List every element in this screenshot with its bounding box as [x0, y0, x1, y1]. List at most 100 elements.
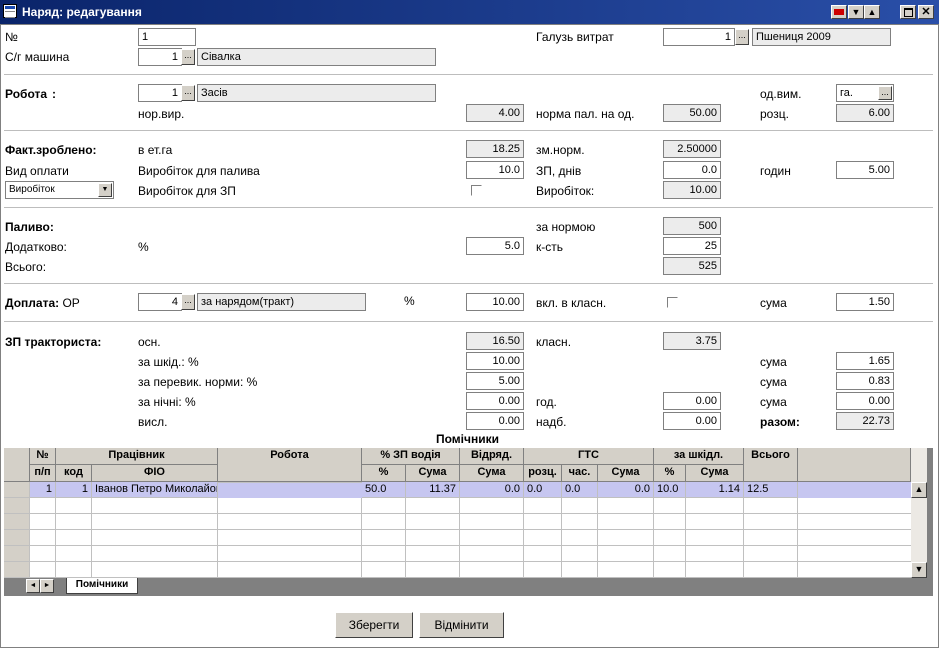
number-field[interactable]: 1 — [138, 28, 196, 46]
work-lookup-button[interactable]: ... — [181, 85, 195, 101]
surcharge-label: Доплата: — [5, 296, 60, 310]
total-fuel-field: 525 — [663, 257, 721, 275]
col-time-header[interactable]: час. — [562, 465, 598, 482]
col-harm-pct-header[interactable]: % — [654, 465, 686, 482]
close-icon[interactable]: ✕ — [918, 5, 934, 19]
table-row[interactable]: 1 1 Іванов Петро Миколайович 50.0 11.37 … — [4, 482, 911, 498]
salary-output-checkbox[interactable] — [471, 185, 482, 196]
vysl-label: висл. — [138, 415, 168, 429]
shift-norm-label: зм.норм. — [536, 143, 585, 157]
over-label: за перевик. норми: % — [138, 375, 258, 389]
by-norm-label: за нормою — [536, 220, 596, 234]
night-sum-label: сума — [760, 395, 787, 409]
base-field: 16.50 — [466, 332, 524, 350]
surcharge-lookup-button[interactable]: ... — [181, 294, 195, 310]
col-harm-sum-header[interactable]: Сума — [686, 465, 744, 482]
separator — [4, 207, 933, 208]
bonus-label: надб. — [536, 415, 567, 429]
col-gts-sum-header[interactable]: Сума — [598, 465, 654, 482]
save-button[interactable]: Зберегти — [335, 612, 413, 638]
col-rate-header[interactable]: розц. — [524, 465, 562, 482]
work-label: Робота — [5, 87, 48, 101]
night-sum-field[interactable]: 0.00 — [836, 392, 894, 410]
class-label: класн. — [536, 335, 572, 349]
harm-field[interactable]: 10.00 — [466, 352, 524, 370]
vysl-field[interactable]: 0.00 — [466, 412, 524, 430]
extra-percent-label: % — [138, 240, 149, 254]
surcharge-percent-field[interactable]: 10.00 — [466, 293, 524, 311]
machine-code-field[interactable]: 1 — [138, 48, 182, 66]
by-norm-field: 500 — [663, 217, 721, 235]
hours-field[interactable]: 5.00 — [836, 161, 894, 179]
rank-field: 6.00 — [836, 104, 894, 122]
chevron-up-icon[interactable]: ▲ — [864, 5, 880, 19]
shift-norm-field: 2.50000 — [663, 140, 721, 158]
scroll-up-icon[interactable]: ▲ — [911, 482, 927, 498]
col-driver-pct-header[interactable]: % ЗП водія — [362, 448, 460, 465]
col-harm-header[interactable]: за шкідл. — [654, 448, 744, 465]
chevron-down-icon[interactable]: ▼ — [98, 183, 112, 197]
col-pp-header[interactable]: п/п — [30, 465, 56, 482]
pay-type-label: Вид оплати — [5, 164, 69, 178]
harm-sum-label: сума — [760, 355, 787, 369]
qty-field[interactable]: 25 — [663, 237, 721, 255]
vertical-scrollbar[interactable]: ▲ ▼ — [911, 448, 927, 578]
col-total-header[interactable]: Всього — [744, 448, 798, 482]
helpers-grid[interactable]: № Працівник Робота % ЗП водія Відряд. ГТ… — [4, 448, 933, 596]
col-worker-header[interactable]: Працівник — [56, 448, 218, 465]
machine-label: С/г машина — [5, 50, 70, 64]
col-number-header[interactable]: № — [30, 448, 56, 465]
base-label: осн. — [138, 335, 161, 349]
night-field[interactable]: 0.00 — [466, 392, 524, 410]
fuel-norm-label: норма пал. на од. — [536, 107, 635, 121]
maximize-icon[interactable] — [900, 5, 916, 19]
chevron-down-icon[interactable]: ▼ — [848, 5, 864, 19]
tab-scroll-left-icon[interactable]: ◄ — [26, 579, 40, 593]
surcharge-code-field[interactable]: 4 — [138, 293, 182, 311]
scroll-down-icon[interactable]: ▼ — [911, 562, 927, 578]
tab-scroll-right-icon[interactable]: ► — [40, 579, 54, 593]
days-field[interactable]: 0.0 — [663, 161, 721, 179]
bonus-field[interactable]: 0.00 — [663, 412, 721, 430]
over-sum-field[interactable]: 0.83 — [836, 372, 894, 390]
over-field[interactable]: 5.00 — [466, 372, 524, 390]
class-include-label: вкл. в класн. — [536, 296, 607, 310]
cost-label: Галузь витрат — [536, 30, 614, 44]
tab-helpers[interactable]: Помічники — [66, 578, 138, 594]
norm-label: нор.вир. — [138, 107, 185, 121]
col-code-header[interactable]: код — [56, 465, 92, 482]
driver-label: ЗП тракториста: — [5, 335, 102, 349]
tab-strip: ◄ ► Помічники — [4, 578, 933, 596]
work-name-field: Засів — [197, 84, 436, 102]
surcharge-label-group: Доплата: ОР — [5, 296, 80, 310]
surcharge-sum-label: сума — [760, 296, 787, 310]
work-code-field[interactable]: 1 — [138, 84, 182, 102]
cost-lookup-button[interactable]: ... — [735, 29, 749, 45]
surcharge-percent-label: % — [404, 294, 415, 308]
col-piece-sum-header[interactable]: Сума — [460, 465, 524, 482]
pay-type-select[interactable]: Виробіток ▼ — [5, 181, 114, 199]
night-hours-field[interactable]: 0.00 — [663, 392, 721, 410]
separator — [4, 283, 933, 284]
machine-lookup-button[interactable]: ... — [181, 49, 195, 65]
col-pct-header[interactable]: % — [362, 465, 406, 482]
printer-icon[interactable] — [831, 5, 847, 19]
cost-code-field[interactable]: 1 — [663, 28, 735, 46]
fuel-output-field[interactable]: 10.0 — [466, 161, 524, 179]
class-include-checkbox[interactable] — [667, 297, 678, 308]
harm-sum-field[interactable]: 1.65 — [836, 352, 894, 370]
night-hours-label: год. — [536, 395, 557, 409]
unit-lookup-button[interactable]: ... — [878, 86, 892, 100]
night-label: за нічні: % — [138, 395, 196, 409]
col-work-header[interactable]: Робота — [218, 448, 362, 482]
col-pct-sum-header[interactable]: Сума — [406, 465, 460, 482]
total-label: разом: — [760, 415, 800, 429]
col-fio-header[interactable]: ФІО — [92, 465, 218, 482]
number-label: № — [5, 30, 18, 44]
col-gts-header[interactable]: ГТС — [524, 448, 654, 465]
separator — [4, 74, 933, 75]
surcharge-sum-field[interactable]: 1.50 — [836, 293, 894, 311]
col-piece-header[interactable]: Відряд. — [460, 448, 524, 465]
cancel-button[interactable]: Відмінити — [419, 612, 504, 638]
extra-percent-field[interactable]: 5.0 — [466, 237, 524, 255]
